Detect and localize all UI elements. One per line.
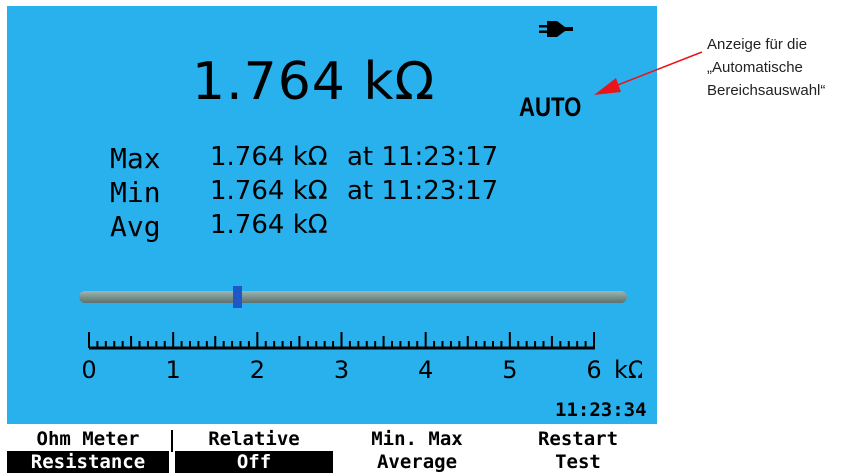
stat-time: at 11:23:17 <box>347 176 499 206</box>
bargraph-scale: 0 1 2 3 4 5 6 kΩ <box>81 332 642 382</box>
meter-display: 1.764 kΩ AUTO Max 1.764 kΩ at 11:23:17 M… <box>7 6 657 424</box>
stat-time: at 11:23:17 <box>347 142 499 172</box>
auto-range-indicator: AUTO <box>519 92 582 122</box>
softkey-label: Restart <box>537 428 619 450</box>
softkey-relative[interactable]: Relative Off <box>175 426 333 474</box>
annotation-callout: Anzeige für die „Automatische Bereichsau… <box>707 33 825 102</box>
main-reading: 1.764 kΩ <box>192 52 436 112</box>
softkey-value: Test <box>555 451 601 473</box>
softkey-value: Off <box>175 451 333 473</box>
softkey-label: Min. Max <box>371 428 463 450</box>
annotation-line: Anzeige für die <box>707 36 808 53</box>
softkey-value: Average <box>376 451 458 473</box>
softkey-label: Ohm Meter <box>36 428 140 450</box>
scale-tick-label: 4 <box>418 356 433 382</box>
stat-value: 1.764 kΩ <box>210 176 328 206</box>
bargraph <box>79 286 627 308</box>
softkey-bar: Ohm Meter Resistance Relative Off Min. M… <box>7 426 657 474</box>
clock: 11:23:34 <box>555 399 647 421</box>
softkey-value: Resistance <box>7 451 169 473</box>
annotation-line: „Automatische <box>707 59 803 76</box>
scale-tick-label: 2 <box>250 356 265 382</box>
scale-tick-label: 6 <box>586 356 601 382</box>
scale-tick-label: 1 <box>166 356 181 382</box>
stat-label: Avg <box>110 210 161 243</box>
plug-icon <box>539 21 573 37</box>
bargraph-marker <box>232 286 242 308</box>
stat-value: 1.764 kΩ <box>210 210 328 240</box>
divider <box>171 430 173 452</box>
scale-tick-label: 5 <box>502 356 517 382</box>
stat-value: 1.764 kΩ <box>210 142 328 172</box>
annotation-line: Bereichsauswahl“ <box>707 82 826 99</box>
softkey-ohm-meter[interactable]: Ohm Meter Resistance <box>7 426 169 474</box>
softkey-min-max[interactable]: Min. Max Average <box>337 426 497 474</box>
bargraph-track <box>79 291 627 303</box>
stat-label: Min <box>110 176 161 209</box>
stat-label: Max <box>110 142 161 175</box>
softkey-label: Relative <box>208 428 300 450</box>
scale-tick-label: 0 <box>81 356 96 382</box>
scale-tick-label: 3 <box>334 356 349 382</box>
scale-unit-label: kΩ <box>614 356 642 382</box>
annotation-arrow <box>594 51 703 95</box>
softkey-restart[interactable]: Restart Test <box>499 426 657 474</box>
